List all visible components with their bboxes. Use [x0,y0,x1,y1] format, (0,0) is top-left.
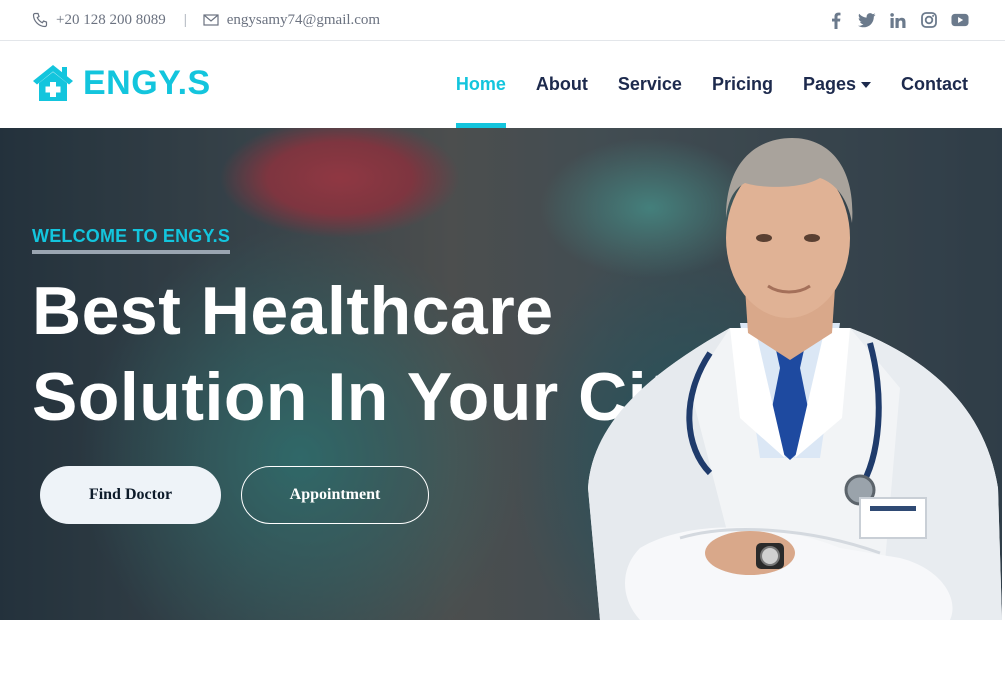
main-navbar: ENGY.S Home About Service Pricing Pages … [0,41,1005,128]
twitter-icon[interactable] [858,11,876,29]
nav-item-home[interactable]: Home [455,41,506,128]
brand-name: ENGY.S [83,63,211,102]
top-bar: +20 128 200 8089 | engysamy74@gmail.com [0,0,1005,41]
instagram-icon[interactable] [920,11,938,29]
separator: | [183,11,187,28]
brand-logo-link[interactable]: ENGY.S [31,63,211,103]
facebook-icon[interactable] [827,11,845,29]
caret-down-icon [861,81,871,88]
appointment-button[interactable]: Appointment [241,466,429,524]
nav-item-service[interactable]: Service [618,41,682,128]
envelope-icon [203,12,219,28]
contact-info: +20 128 200 8089 | engysamy74@gmail.com [32,0,380,40]
phone-icon [32,12,48,28]
social-links [827,0,969,40]
email-address[interactable]: engysamy74@gmail.com [227,12,380,29]
youtube-icon[interactable] [951,11,969,29]
hero-welcome: WELCOME TO ENGY.S [32,226,231,254]
phone-number[interactable]: +20 128 200 8089 [56,12,166,29]
doctor-image [588,138,1002,620]
hospital-house-icon [31,63,75,103]
hero-section: WELCOME TO ENGY.S Best Healthcare Soluti… [0,128,1002,620]
find-doctor-button[interactable]: Find Doctor [40,466,221,524]
nav-item-pricing[interactable]: Pricing [712,41,773,128]
nav-item-pages-dropdown[interactable]: Pages [803,41,871,128]
nav-item-contact[interactable]: Contact [901,41,968,128]
nav-item-pages-label: Pages [802,74,856,94]
linkedin-icon[interactable] [889,11,907,29]
nav-menu: Home About Service Pricing Pages Contact [455,41,968,128]
nav-item-about[interactable]: About [536,41,588,128]
